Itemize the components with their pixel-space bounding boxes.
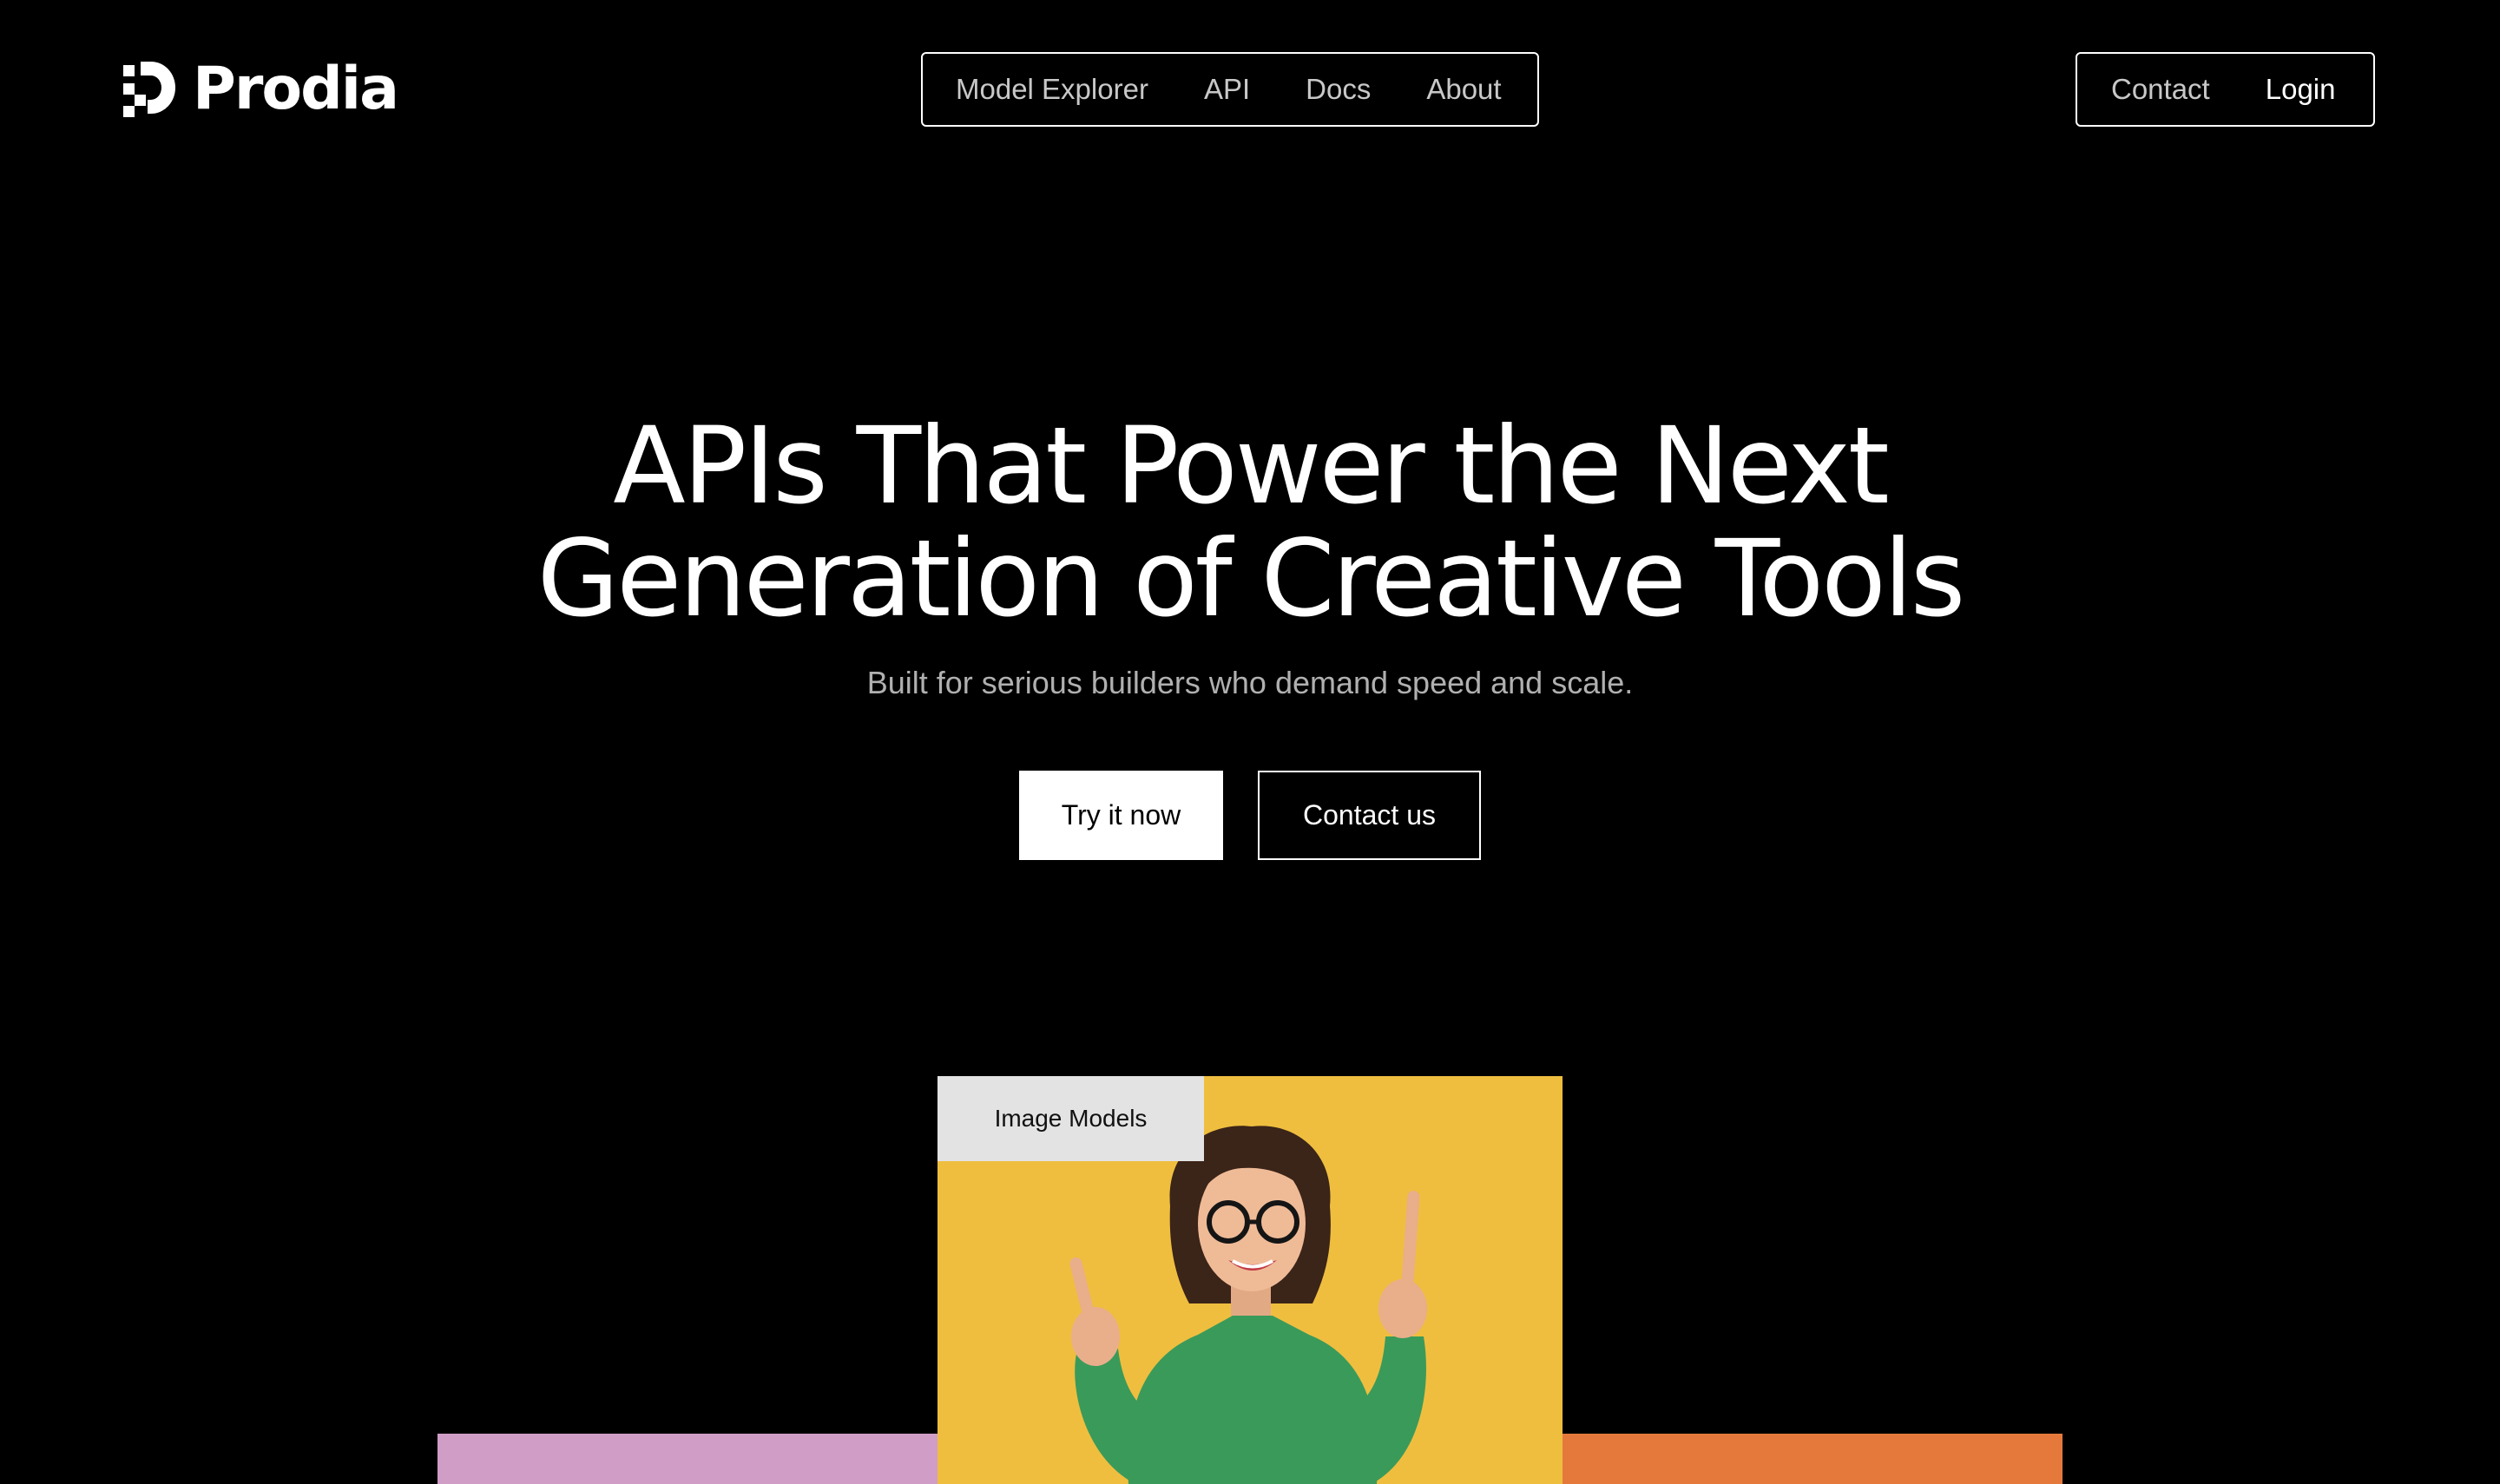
- main-nav: Model Explorer API Docs About: [921, 52, 1539, 127]
- nav-docs[interactable]: Docs: [1306, 73, 1371, 106]
- showcase-card-right: [1562, 1434, 2062, 1484]
- contact-us-button[interactable]: Contact us: [1258, 771, 1481, 860]
- contact-link[interactable]: Contact: [2111, 73, 2210, 106]
- nav-model-explorer[interactable]: Model Explorer: [956, 73, 1148, 106]
- prodia-logo-icon: [123, 62, 175, 117]
- image-models-card[interactable]: Image Models: [938, 1076, 1562, 1484]
- brand-name: Prodia: [193, 55, 399, 123]
- hero-title-line-2: Generation of Creative Tools: [536, 517, 1966, 640]
- login-link[interactable]: Login: [2266, 73, 2336, 106]
- hero-title: APIs That Power the Next Generation of C…: [0, 410, 2500, 635]
- try-it-now-button[interactable]: Try it now: [1019, 771, 1223, 860]
- showcase-card-left: [438, 1434, 938, 1484]
- nav-about[interactable]: About: [1426, 73, 1501, 106]
- hero-subtitle: Built for serious builders who demand sp…: [866, 665, 1634, 700]
- brand-logo[interactable]: Prodia: [123, 55, 399, 123]
- nav-api[interactable]: API: [1204, 73, 1250, 106]
- hero-title-line-1: APIs That Power the Next: [613, 404, 1889, 528]
- image-models-tag: Image Models: [938, 1076, 1204, 1161]
- account-nav: Contact Login: [2076, 52, 2375, 127]
